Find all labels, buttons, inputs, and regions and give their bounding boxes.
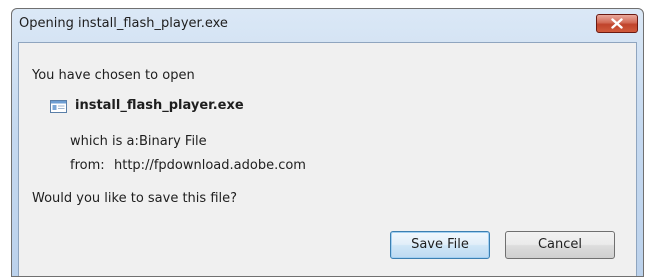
save-question: Would you like to save this file? (32, 191, 238, 206)
application-window-icon (50, 100, 67, 113)
source-url: http://fpdownload.adobe.com (114, 158, 306, 173)
window-title: Opening install_flash_player.exe (19, 16, 228, 31)
download-dialog-window: Opening install_flash_player.exe You hav… (11, 8, 644, 277)
save-file-button[interactable]: Save File (390, 231, 490, 259)
close-x-icon (611, 18, 623, 29)
file-name: install_flash_player.exe (75, 98, 244, 113)
file-type-value: Binary File (139, 134, 207, 149)
dialog-content: You have chosen to open install_flash_pl… (18, 42, 637, 276)
file-type-label: which is a: (70, 134, 139, 149)
title-bar[interactable]: Opening install_flash_player.exe (12, 9, 643, 42)
cancel-button[interactable]: Cancel (505, 231, 615, 259)
intro-text: You have chosen to open (32, 68, 195, 83)
source-label: from: (70, 158, 105, 173)
close-button[interactable] (596, 14, 638, 33)
